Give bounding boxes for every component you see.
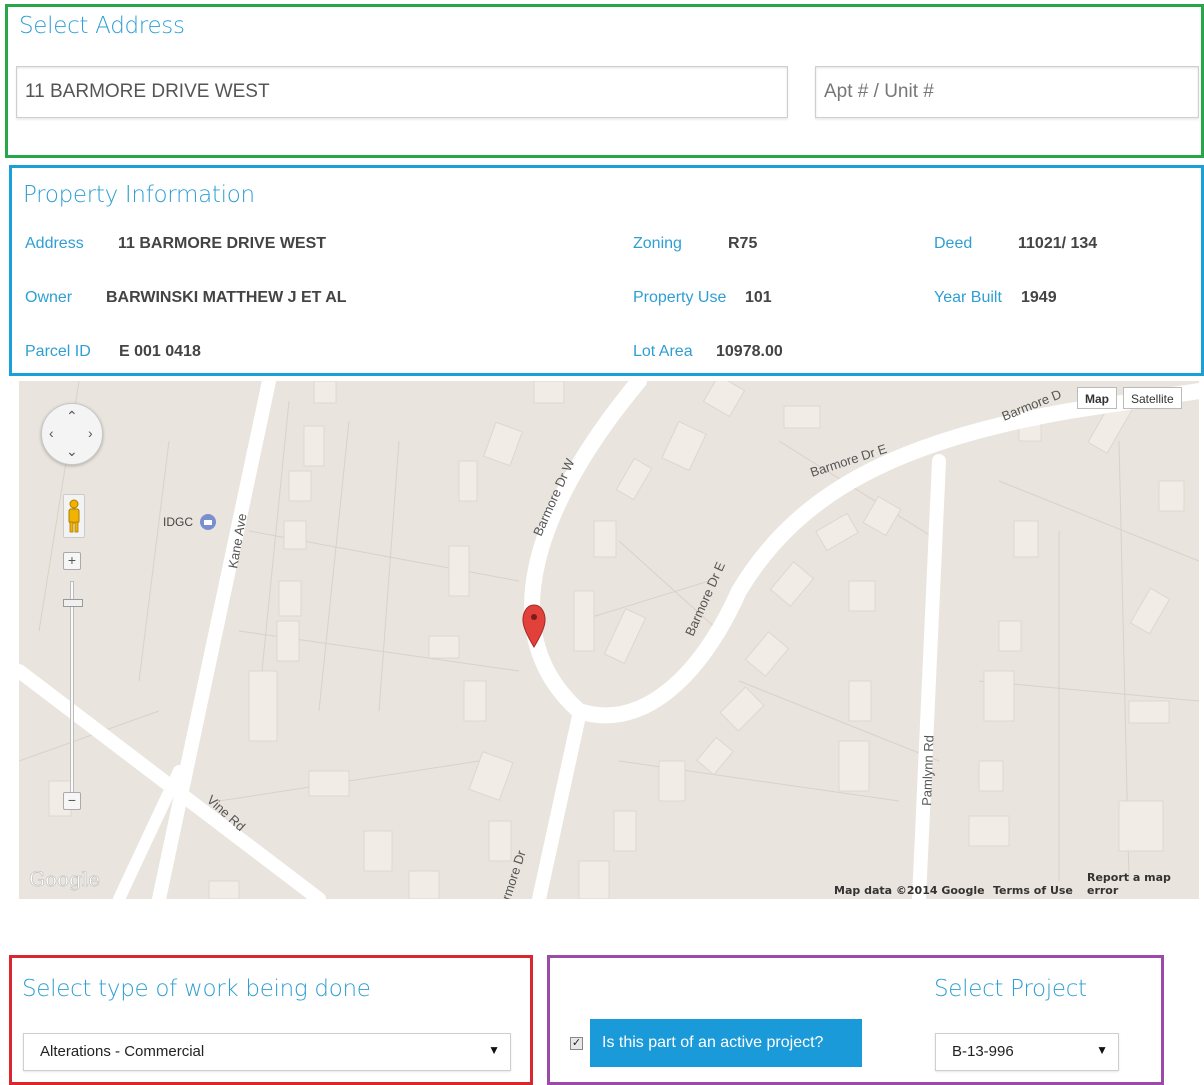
dropdown-arrow-icon: ▼ — [488, 1043, 500, 1057]
select-address-heading: Select Address — [19, 13, 185, 39]
lot-area-value: 10978.00 — [716, 343, 783, 360]
lot-area-label: Lot Area — [633, 343, 693, 360]
select-project-heading: Select Project — [934, 976, 1087, 1002]
active-project-checkbox[interactable]: ✓ — [570, 1037, 583, 1050]
pegman-icon[interactable] — [63, 494, 85, 538]
dropdown-arrow-icon: ▼ — [1096, 1043, 1108, 1057]
apt-unit-input[interactable]: Apt # / Unit # — [815, 66, 1199, 118]
zoom-slider-track[interactable] — [70, 581, 74, 793]
owner-label: Owner — [25, 289, 73, 306]
terms-of-use-link[interactable]: Terms of Use — [993, 884, 1073, 897]
pan-right-icon[interactable]: › — [88, 426, 93, 440]
pan-down-icon[interactable]: ⌄ — [66, 444, 78, 458]
work-type-heading: Select type of work being done — [22, 976, 371, 1002]
project-selected: B-13-996 — [952, 1043, 1014, 1060]
map-type-map-button[interactable]: Map — [1077, 387, 1117, 409]
deed-label: Deed — [934, 235, 973, 252]
zoom-slider-handle[interactable] — [63, 599, 83, 607]
active-project-button[interactable]: Is this part of an active project? — [590, 1019, 862, 1067]
pan-control-icon[interactable]: ⌃ ‹ › ⌄ — [41, 403, 103, 465]
parcel-id-value: E 001 0418 — [119, 343, 201, 360]
property-use-label: Property Use — [633, 289, 727, 306]
poi-icon — [200, 514, 216, 530]
property-map[interactable]: Kane Ave Barmore Dr W Barmore Dr E Barmo… — [19, 381, 1199, 899]
poi-label-idgc: IDGC — [163, 515, 193, 529]
pan-left-icon[interactable]: ‹ — [49, 426, 54, 440]
address-label: Address — [25, 235, 84, 252]
pan-up-icon[interactable]: ⌃ — [66, 409, 78, 423]
map-attribution: Map data ©2014 Google — [834, 884, 985, 897]
property-use-value: 101 — [745, 289, 772, 306]
address-value: 11 BARMORE DRIVE WEST — [118, 235, 327, 252]
zoom-in-button[interactable]: + — [63, 552, 81, 570]
street-address-input[interactable]: 11 BARMORE DRIVE WEST — [16, 66, 788, 118]
deed-value: 11021/ 134 — [1018, 235, 1098, 252]
parcel-id-label: Parcel ID — [25, 343, 91, 360]
zoom-out-button[interactable]: − — [63, 792, 81, 810]
map-type-satellite-button[interactable]: Satellite — [1123, 387, 1182, 409]
street-label-kane-ave: Kane Ave — [225, 512, 249, 569]
zoning-value: R75 — [728, 235, 758, 252]
street-label-pamlynn-rd: Pamlynn Rd — [919, 735, 936, 806]
report-map-error-link[interactable]: Report a map error — [1087, 871, 1199, 897]
year-built-value: 1949 — [1021, 289, 1057, 306]
work-type-selected: Alterations - Commercial — [40, 1043, 205, 1060]
work-type-select[interactable]: Alterations - Commercial ▼ — [23, 1033, 511, 1071]
zoning-label: Zoning — [633, 235, 682, 252]
map-canvas: Kane Ave Barmore Dr W Barmore Dr E Barmo… — [19, 381, 1199, 899]
owner-value: BARWINSKI MATTHEW J ET AL — [106, 289, 347, 306]
project-select[interactable]: B-13-996 ▼ — [935, 1033, 1119, 1071]
property-information-heading: Property Information — [23, 182, 255, 208]
year-built-label: Year Built — [934, 289, 1002, 306]
google-logo: Google — [29, 867, 100, 891]
